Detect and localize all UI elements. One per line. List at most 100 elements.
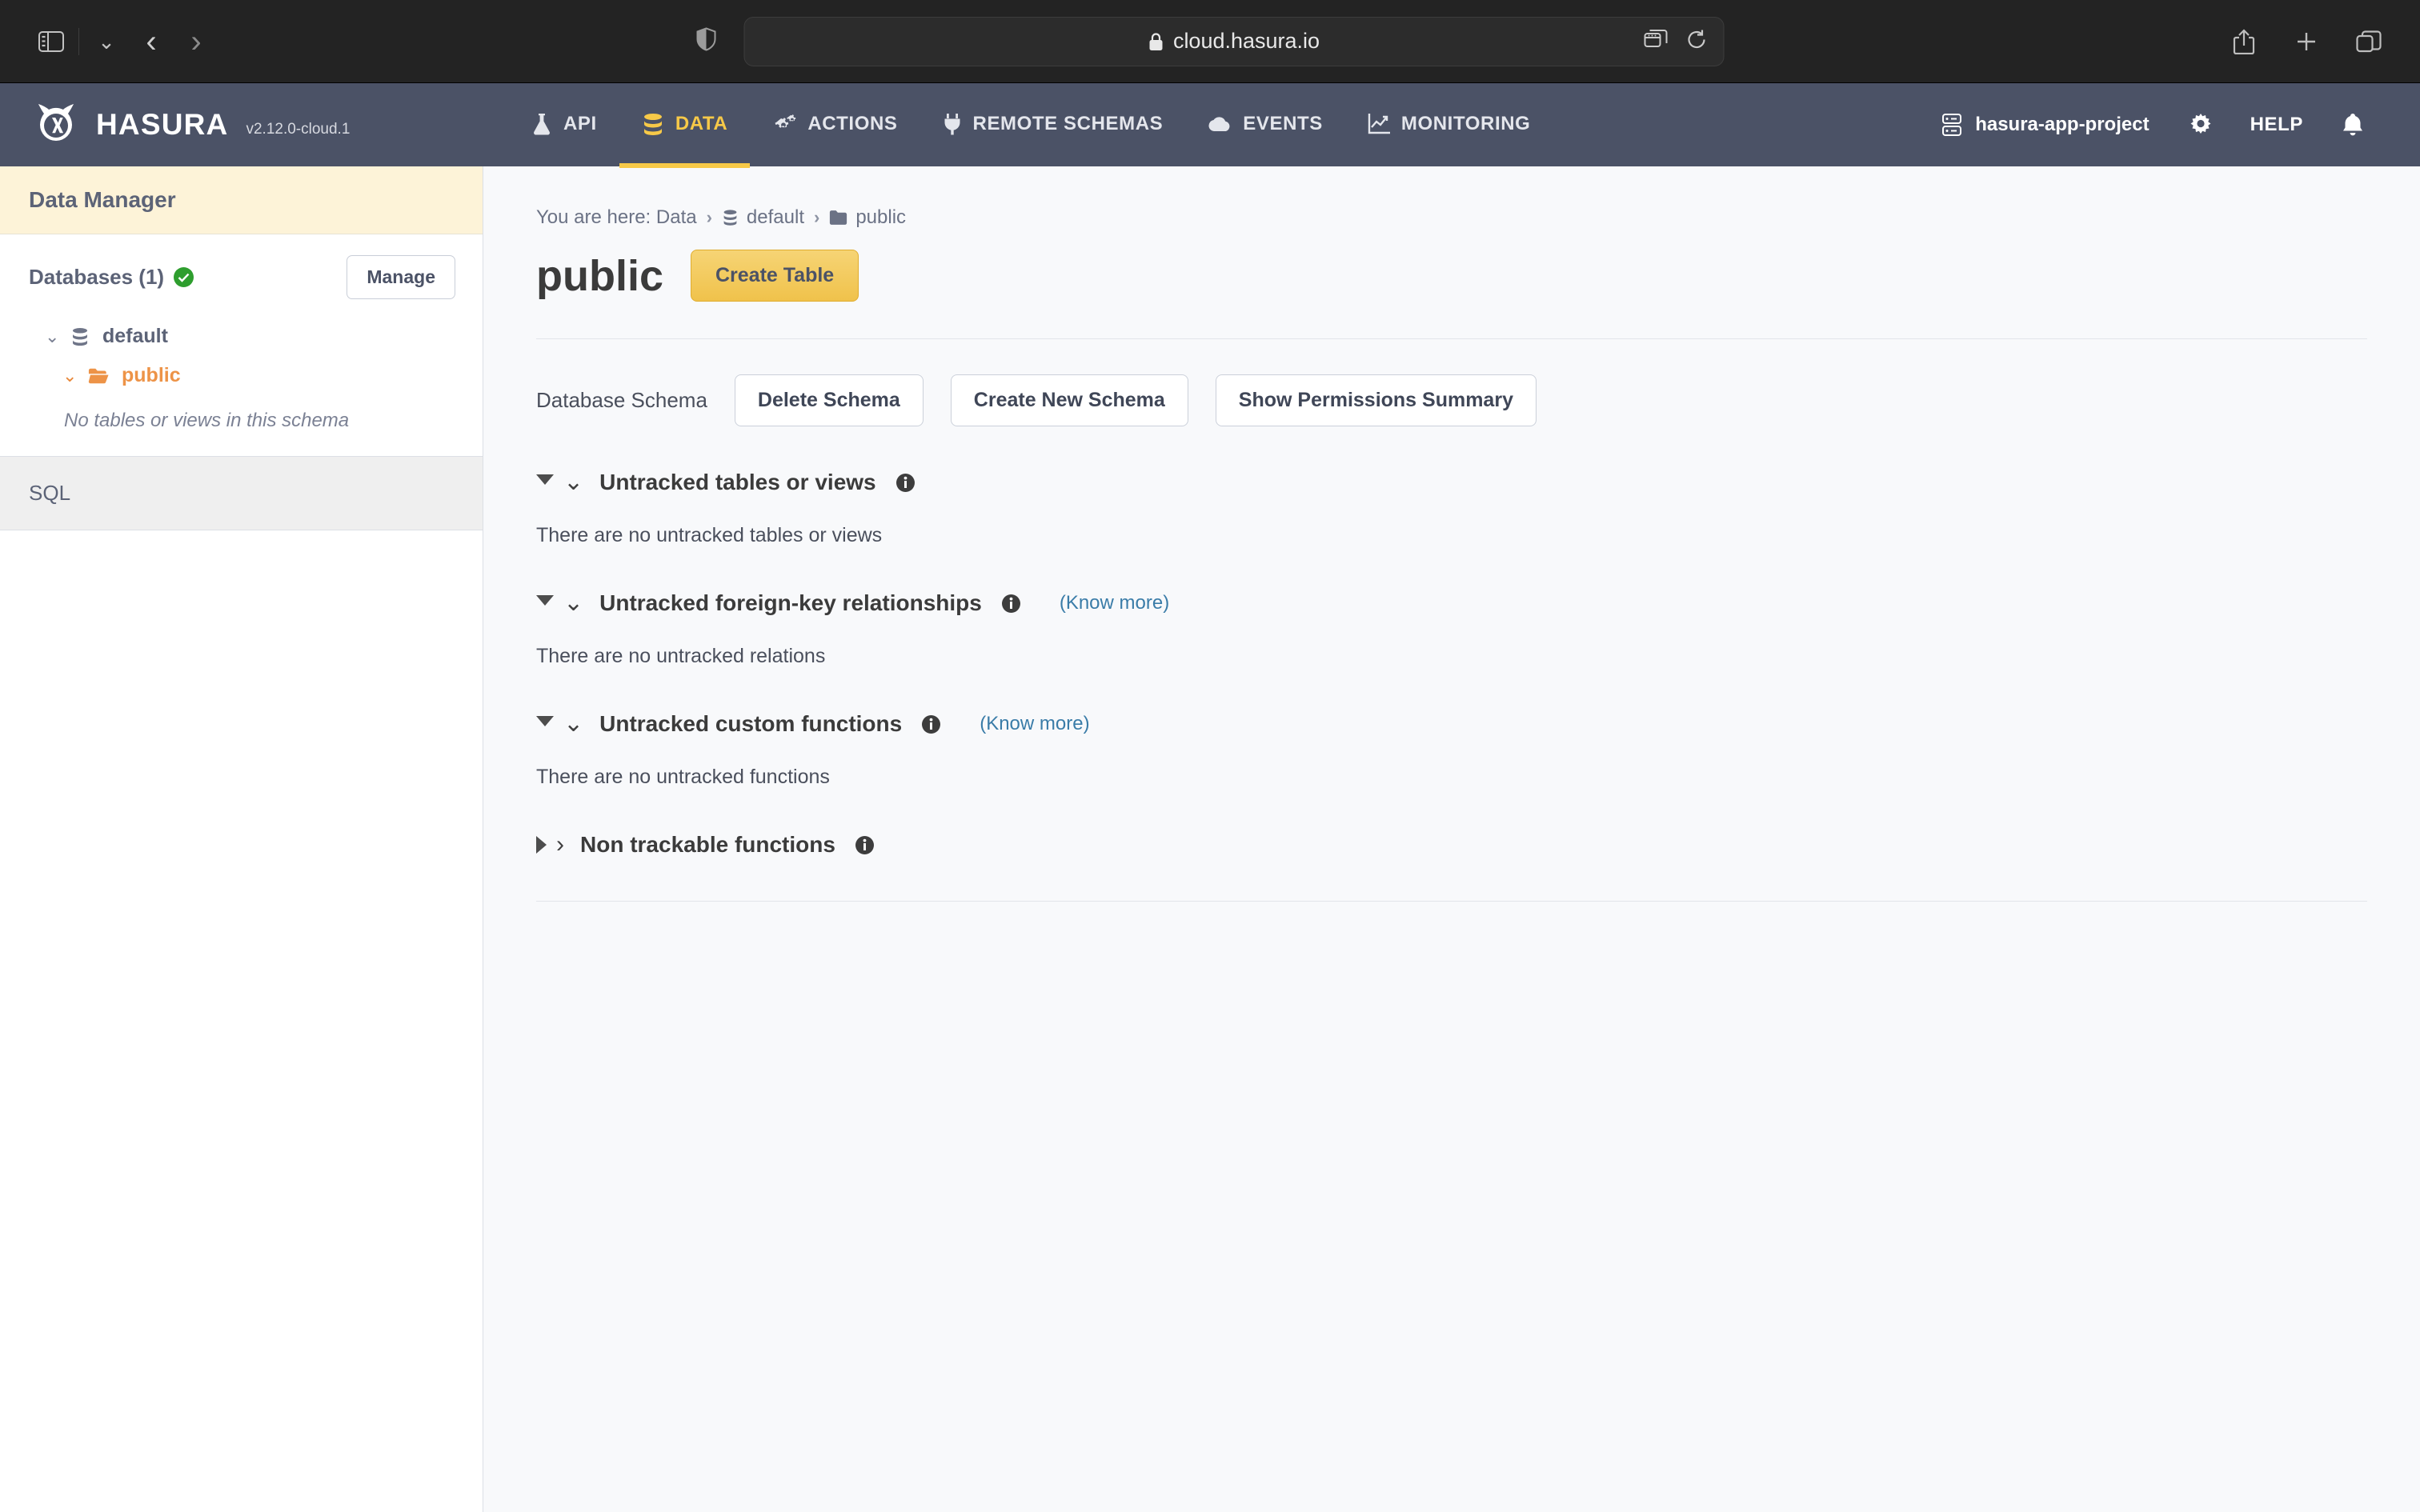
schema-toolbar-label: Database Schema [536, 388, 707, 412]
settings-gear-icon[interactable] [2169, 114, 2233, 136]
nav-label: REMOTE SCHEMAS [972, 113, 1164, 134]
nav-label: API [563, 113, 597, 134]
section-title: Non trackable functions [580, 832, 835, 857]
folder-icon [830, 210, 847, 225]
new-tab-icon[interactable] [2284, 19, 2329, 64]
databases-count-label: Databases (1) [29, 265, 165, 289]
caret-down-icon[interactable] [536, 715, 554, 726]
database-icon [73, 327, 87, 346]
breadcrumb-separator-icon: › [813, 207, 820, 227]
show-permissions-summary-button[interactable]: Show Permissions Summary [1215, 374, 1537, 426]
nav-tab-actions[interactable]: ACTIONS [750, 85, 920, 168]
caret-down-icon[interactable] [536, 594, 554, 606]
chevron-right-icon[interactable]: › [556, 833, 564, 857]
section-title: Untracked foreign-key relationships [599, 590, 982, 615]
sidebar-item-default-database[interactable]: ⌄ default [0, 317, 483, 356]
brand-logo[interactable]: HASURA v2.12.0-cloud.1 [0, 83, 483, 166]
nav-tab-data[interactable]: DATA [619, 85, 751, 168]
share-icon[interactable] [2222, 19, 2266, 64]
section-untracked-tables: ⌄ Untracked tables or views There are no… [536, 470, 2367, 547]
chart-line-icon [1368, 114, 1390, 134]
section-title: Untracked custom functions [599, 711, 903, 736]
section-untracked-foreign-keys: ⌄ Untracked foreign-key relationships (K… [536, 590, 2367, 668]
brand-name: HASURA [96, 108, 229, 141]
databases-row: Databases (1) Manage [0, 234, 483, 317]
section-empty-text: There are no untracked relations [536, 645, 826, 667]
page-body: Data Manager Databases (1) Manage ⌄ defa… [0, 166, 2420, 1512]
tab-group-icon[interactable] [1644, 30, 1669, 53]
privacy-shield-icon[interactable] [696, 27, 717, 55]
breadcrumb-database[interactable]: default [722, 206, 804, 229]
delete-schema-button[interactable]: Delete Schema [734, 374, 924, 426]
section-header[interactable]: › Non trackable functions [536, 832, 2367, 858]
chevron-down-icon[interactable]: ⌄ [563, 470, 583, 494]
chevron-down-icon[interactable]: ⌄ [45, 326, 59, 347]
schema-toolbar: Database Schema Delete Schema Create New… [536, 339, 2367, 426]
url-text: cloud.hasura.io [1172, 29, 1320, 53]
sidebar-title: Data Manager [0, 166, 483, 234]
version-label: v2.12.0-cloud.1 [246, 121, 351, 138]
check-circle-icon [174, 267, 194, 287]
back-button[interactable]: ‹ [129, 19, 174, 64]
breadcrumb-schema[interactable]: public [829, 206, 906, 229]
breadcrumb: You are here: Data › default › public [536, 206, 2367, 229]
data-manager-sidebar: Data Manager Databases (1) Manage ⌄ defa… [0, 166, 483, 1512]
address-bar-region: cloud.hasura.io [696, 16, 1725, 66]
info-circle-icon[interactable] [921, 714, 941, 734]
sidebar-toggle-icon[interactable] [29, 19, 74, 64]
reload-icon[interactable] [1686, 29, 1708, 54]
chevron-down-icon[interactable]: ⌄ [563, 712, 583, 736]
app-header: HASURA v2.12.0-cloud.1 API DATA ACTIONS [0, 83, 2420, 168]
flask-icon [534, 114, 550, 135]
manage-databases-button[interactable]: Manage [347, 255, 455, 299]
info-circle-icon[interactable] [895, 473, 916, 493]
project-selector[interactable]: hasura-app-project [1922, 113, 2168, 137]
info-circle-icon[interactable] [1001, 594, 1021, 614]
caret-down-icon[interactable] [536, 474, 554, 485]
create-new-schema-button[interactable]: Create New Schema [950, 374, 1188, 426]
section-header[interactable]: ⌄ Untracked tables or views [536, 470, 2367, 495]
nav-tab-remote-schemas[interactable]: REMOTE SCHEMAS [920, 85, 1186, 168]
info-circle-icon[interactable] [855, 835, 875, 855]
sidebar-item-sql[interactable]: SQL [0, 456, 483, 530]
breadcrumb-separator-icon: › [706, 207, 712, 227]
browser-toolbar: ⌄ ‹ › cloud.hasura.io [0, 0, 2420, 83]
create-table-button[interactable]: Create Table [691, 250, 859, 302]
nav-tab-events[interactable]: EVENTS [1185, 85, 1345, 168]
toolbar-divider [78, 27, 79, 55]
url-input[interactable]: cloud.hasura.io [743, 16, 1725, 66]
breadcrumb-data[interactable]: You are here: Data [536, 206, 697, 229]
chevron-down-icon[interactable]: ⌄ [563, 591, 583, 615]
nav-tab-api[interactable]: API [509, 85, 619, 168]
hasura-logo-icon [38, 104, 74, 141]
bell-icon[interactable] [2321, 113, 2385, 137]
gears-icon [775, 114, 796, 128]
primary-nav: API DATA ACTIONS REMOTE SCHEMAS EVENTS M… [483, 83, 1553, 168]
caret-right-icon[interactable] [536, 836, 547, 854]
forward-button[interactable]: › [174, 19, 218, 64]
sidebar-item-public-schema[interactable]: ⌄ public [0, 356, 483, 395]
know-more-link[interactable]: (Know more) [1060, 592, 1169, 614]
tabs-overview-icon[interactable] [2346, 19, 2391, 64]
nav-label: EVENTS [1243, 113, 1323, 134]
plug-icon [944, 114, 960, 135]
header-actions: hasura-app-project HELP [1922, 83, 2420, 166]
section-empty-text: There are no untracked tables or views [536, 524, 883, 546]
help-button[interactable]: HELP [2233, 114, 2321, 136]
nav-tab-monitoring[interactable]: MONITORING [1345, 85, 1553, 168]
chevron-down-icon[interactable]: ⌄ [62, 366, 77, 386]
nav-label: ACTIONS [807, 113, 898, 134]
main-content: You are here: Data › default › public pu… [483, 166, 2420, 1512]
section-header[interactable]: ⌄ Untracked foreign-key relationships (K… [536, 590, 2367, 616]
nav-label: DATA [675, 113, 728, 134]
section-title: Untracked tables or views [599, 470, 876, 494]
page-title-row: public Create Table [536, 250, 2367, 302]
project-name: hasura-app-project [1975, 114, 2150, 135]
section-header[interactable]: ⌄ Untracked custom functions (Know more) [536, 711, 2367, 737]
breadcrumb-schema-label: public [855, 206, 907, 228]
know-more-link[interactable]: (Know more) [980, 713, 1089, 735]
database-icon [643, 114, 662, 135]
sidebar-dropdown-icon[interactable]: ⌄ [84, 19, 129, 64]
database-icon [723, 210, 737, 226]
sidebar-empty-schema-note: No tables or views in this schema [64, 410, 350, 431]
